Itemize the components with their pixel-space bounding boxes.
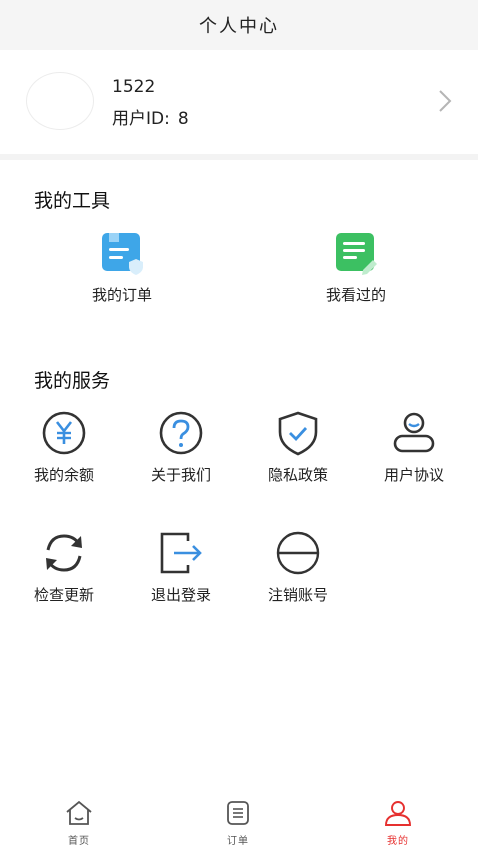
top-bar: 个人中心 xyxy=(0,0,478,50)
service-item-label: 关于我们 xyxy=(150,466,211,484)
service-item-privacy-policy[interactable]: 隐私政策 xyxy=(238,410,358,485)
user-id-row: 用户ID: 8 xyxy=(112,104,189,129)
user-icon xyxy=(385,801,411,826)
chevron-right-icon[interactable] xyxy=(433,88,457,114)
refresh-icon xyxy=(41,530,87,576)
history-icon xyxy=(333,230,379,276)
tab-mine[interactable]: 我的 xyxy=(358,800,438,847)
bottom-tab-bar: 首页 订单 我的 xyxy=(0,790,478,850)
service-item-label: 我的余额 xyxy=(33,466,94,484)
service-item-label: 隐私政策 xyxy=(267,466,328,484)
service-item-check-update[interactable]: 检查更新 xyxy=(4,530,124,605)
service-item-about-us[interactable]: 关于我们 xyxy=(121,410,241,485)
page-title: 个人中心 xyxy=(199,16,279,37)
service-item-delete-account[interactable]: 注销账号 xyxy=(238,530,358,605)
service-item-label: 检查更新 xyxy=(33,586,94,604)
tool-item-my-orders[interactable]: 我的订单 xyxy=(62,230,182,305)
tool-item-label: 我的订单 xyxy=(91,286,152,304)
service-item-logout[interactable]: 退出登录 xyxy=(121,530,241,605)
yen-icon xyxy=(41,410,87,456)
tab-home[interactable]: 首页 xyxy=(39,800,119,847)
tool-item-label: 我看过的 xyxy=(325,286,386,304)
list-icon xyxy=(227,801,249,825)
home-icon xyxy=(66,800,92,825)
services-section-title: 我的服务 xyxy=(34,370,111,392)
tools-section-title: 我的工具 xyxy=(34,190,111,212)
section-divider xyxy=(0,154,478,160)
user-icon xyxy=(391,410,437,456)
tab-label: 首页 xyxy=(68,836,90,847)
service-item-user-agreement[interactable]: 用户协议 xyxy=(354,410,474,485)
service-item-label: 用户协议 xyxy=(383,466,444,484)
tool-item-history[interactable]: 我看过的 xyxy=(296,230,416,305)
tab-label: 订单 xyxy=(227,836,249,847)
user-id-label: 用户ID: xyxy=(112,109,170,129)
tab-orders[interactable]: 订单 xyxy=(198,800,278,847)
service-item-label: 注销账号 xyxy=(267,586,328,604)
avatar[interactable] xyxy=(26,72,94,130)
logout-icon xyxy=(158,530,204,576)
shield-icon xyxy=(275,410,321,456)
user-name: 1522 xyxy=(112,77,156,97)
question-icon xyxy=(158,410,204,456)
minus-circle-icon xyxy=(275,530,321,576)
tab-label: 我的 xyxy=(387,836,409,847)
service-item-label: 退出登录 xyxy=(150,586,211,604)
order-icon xyxy=(99,230,145,276)
profile-card[interactable]: 1522 用户ID: 8 xyxy=(0,50,478,154)
user-id-value: 8 xyxy=(177,109,189,129)
service-item-balance[interactable]: 我的余额 xyxy=(4,410,124,485)
